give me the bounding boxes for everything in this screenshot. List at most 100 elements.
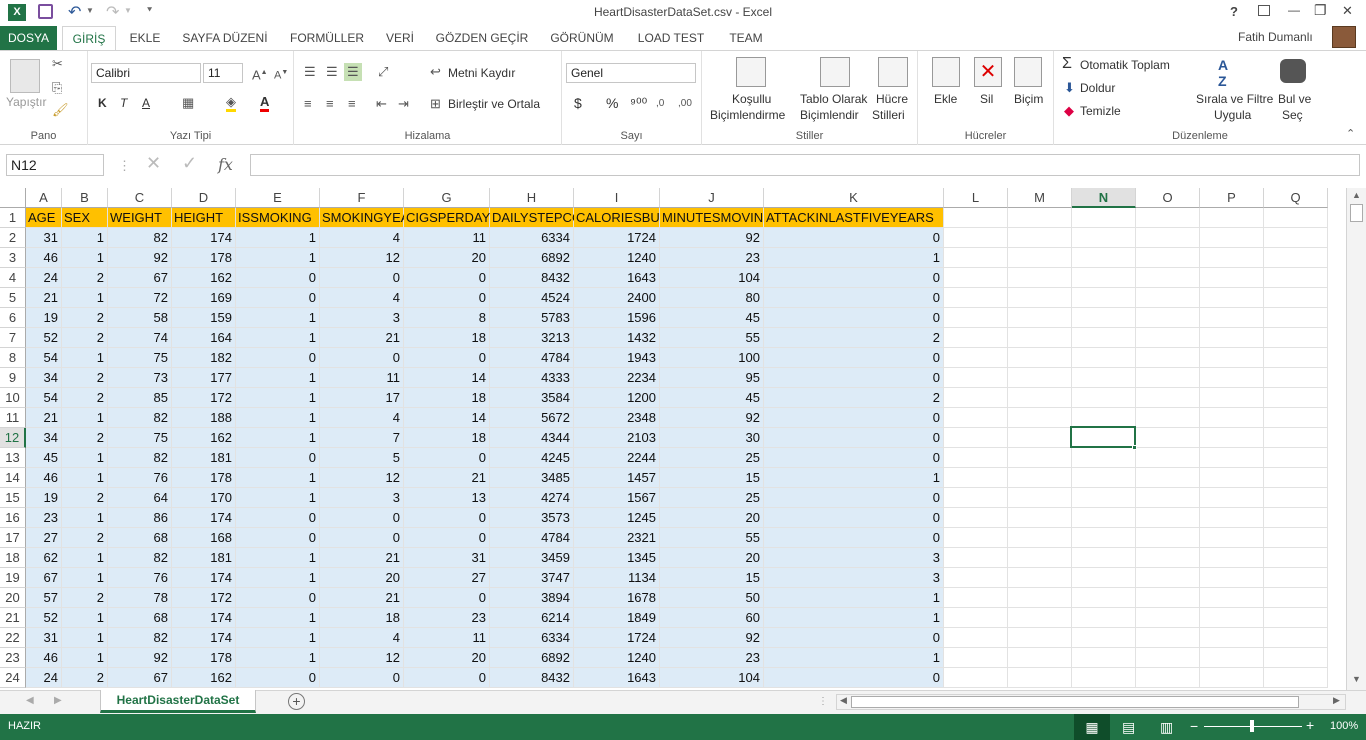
table-cell[interactable]: 1 [62, 468, 108, 488]
table-cell[interactable] [944, 428, 1008, 448]
table-cell[interactable]: 1432 [574, 328, 660, 348]
table-cell[interactable]: 1240 [574, 648, 660, 668]
table-cell[interactable]: 12 [320, 648, 404, 668]
row-header-14[interactable]: 14 [0, 468, 26, 488]
table-cell[interactable] [1008, 488, 1072, 508]
table-cell[interactable]: 1724 [574, 628, 660, 648]
align-bottom-icon[interactable]: ☰ [344, 63, 362, 81]
table-cell[interactable]: 5 [320, 448, 404, 468]
header-cell[interactable]: ISSMOKING [236, 208, 320, 228]
table-cell[interactable]: 2 [764, 388, 944, 408]
table-cell[interactable]: 21 [26, 408, 62, 428]
table-cell[interactable] [1200, 668, 1264, 688]
table-cell[interactable]: 162 [172, 428, 236, 448]
table-cell[interactable] [1136, 548, 1200, 568]
table-cell[interactable]: 14 [404, 408, 490, 428]
table-cell[interactable]: 0 [236, 668, 320, 688]
table-cell[interactable]: 2321 [574, 528, 660, 548]
table-cell[interactable] [944, 468, 1008, 488]
table-cell[interactable]: 1 [236, 548, 320, 568]
format-as-table-icon[interactable] [820, 57, 850, 87]
find-select-label-2[interactable]: Seç [1282, 108, 1303, 122]
table-cell[interactable] [1008, 388, 1072, 408]
table-cell[interactable]: 177 [172, 368, 236, 388]
column-header-o[interactable]: O [1136, 188, 1200, 208]
table-cell[interactable]: 1 [62, 508, 108, 528]
table-cell[interactable] [1200, 228, 1264, 248]
row-header-23[interactable]: 23 [0, 648, 26, 668]
tab-gorunum[interactable]: GÖRÜNÜM [544, 26, 620, 50]
table-cell[interactable]: 78 [108, 588, 172, 608]
normal-view-icon[interactable]: ▦ [1074, 714, 1110, 740]
table-cell[interactable] [1072, 328, 1136, 348]
table-cell[interactable]: 18 [404, 328, 490, 348]
table-cell[interactable] [1008, 608, 1072, 628]
table-cell[interactable]: 2 [62, 668, 108, 688]
table-cell[interactable]: 57 [26, 588, 62, 608]
table-cell[interactable] [1072, 388, 1136, 408]
table-cell[interactable]: 7 [320, 428, 404, 448]
table-cell[interactable]: 0 [320, 508, 404, 528]
align-left-icon[interactable]: ≡ [304, 97, 312, 111]
table-cell[interactable]: 2 [62, 308, 108, 328]
table-cell[interactable]: 0 [404, 348, 490, 368]
table-cell[interactable]: 174 [172, 628, 236, 648]
table-cell[interactable]: 34 [26, 428, 62, 448]
table-cell[interactable] [1200, 468, 1264, 488]
copy-icon[interactable]: ⎘ [52, 81, 62, 95]
bold-button[interactable]: K [98, 96, 107, 110]
fill-icon[interactable]: ⬇ [1064, 81, 1075, 95]
table-cell[interactable]: 0 [764, 268, 944, 288]
table-cell[interactable] [1072, 368, 1136, 388]
table-cell[interactable]: 164 [172, 328, 236, 348]
zoom-in-icon[interactable]: + [1306, 717, 1314, 733]
table-cell[interactable]: 15 [660, 568, 764, 588]
confirm-entry-icon[interactable]: ✓ [182, 154, 197, 172]
row-header-8[interactable]: 8 [0, 348, 26, 368]
table-cell[interactable] [1200, 268, 1264, 288]
table-cell[interactable] [1264, 468, 1328, 488]
table-cell[interactable]: 64 [108, 488, 172, 508]
table-cell[interactable] [1264, 288, 1328, 308]
table-cell[interactable] [1072, 248, 1136, 268]
table-cell[interactable]: 0 [236, 588, 320, 608]
table-cell[interactable]: 23 [404, 608, 490, 628]
table-cell[interactable] [1264, 388, 1328, 408]
table-cell[interactable]: 11 [320, 368, 404, 388]
header-cell[interactable]: SEX [62, 208, 108, 228]
format-cells-button[interactable]: Biçim [1014, 92, 1043, 106]
table-cell[interactable] [1008, 408, 1072, 428]
table-cell[interactable]: 20 [320, 568, 404, 588]
table-cell[interactable]: 3213 [490, 328, 574, 348]
tab-formuller[interactable]: FORMÜLLER [284, 26, 370, 50]
table-cell[interactable] [944, 548, 1008, 568]
table-cell[interactable]: 1724 [574, 228, 660, 248]
table-cell[interactable] [1008, 268, 1072, 288]
table-cell[interactable]: 46 [26, 468, 62, 488]
borders-icon[interactable]: ▦ [182, 96, 194, 110]
table-cell[interactable] [1200, 608, 1264, 628]
table-cell[interactable] [1136, 348, 1200, 368]
table-cell[interactable] [944, 228, 1008, 248]
find-select-label-1[interactable]: Bul ve [1278, 92, 1311, 106]
table-cell[interactable]: 27 [26, 528, 62, 548]
table-cell[interactable]: 54 [26, 348, 62, 368]
table-cell[interactable] [1072, 288, 1136, 308]
table-cell[interactable]: 52 [26, 328, 62, 348]
table-cell[interactable]: 1 [62, 288, 108, 308]
zoom-slider-thumb[interactable] [1250, 720, 1254, 732]
table-cell[interactable] [1136, 288, 1200, 308]
table-cell[interactable]: 2 [764, 328, 944, 348]
table-cell[interactable]: 104 [660, 668, 764, 688]
table-cell[interactable] [1264, 668, 1328, 688]
table-cell[interactable]: 1643 [574, 268, 660, 288]
table-cell[interactable]: 92 [108, 648, 172, 668]
table-cell[interactable] [944, 308, 1008, 328]
scroll-left-icon[interactable]: ◀ [840, 695, 847, 706]
table-cell[interactable]: 5783 [490, 308, 574, 328]
table-cell[interactable]: 178 [172, 248, 236, 268]
row-header-17[interactable]: 17 [0, 528, 26, 548]
table-cell[interactable] [1264, 228, 1328, 248]
table-cell[interactable] [1136, 508, 1200, 528]
table-cell[interactable] [1200, 428, 1264, 448]
